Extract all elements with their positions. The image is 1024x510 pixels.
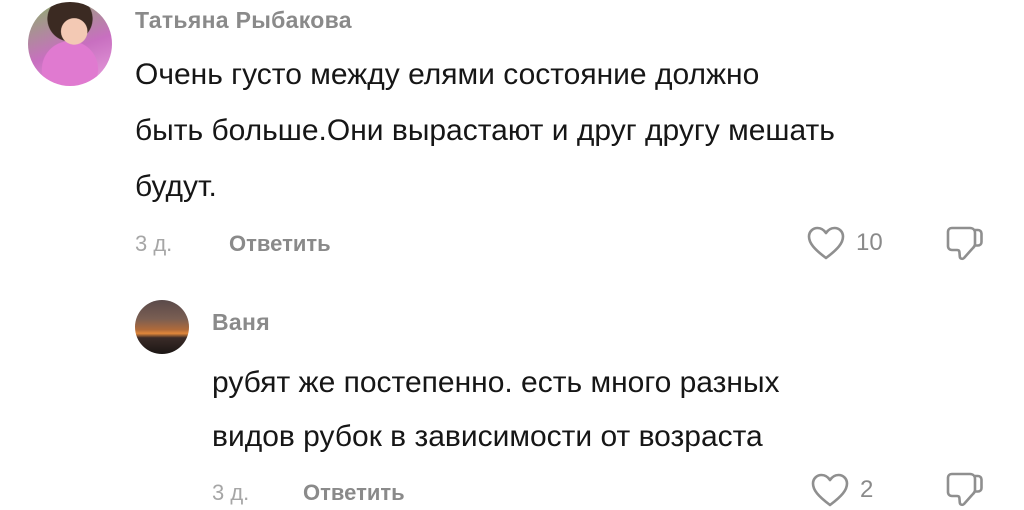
avatar[interactable]	[28, 2, 112, 86]
heart-icon	[806, 225, 846, 261]
comment-text-line: Очень густо между елями состояние должно	[135, 58, 760, 91]
like-count: 2	[860, 476, 874, 503]
dislike-button[interactable]	[944, 468, 986, 510]
comment-text-line: рубят же постепенно. есть много разных	[212, 366, 780, 399]
comment-author[interactable]: Ваня	[212, 309, 270, 336]
comment-author[interactable]: Татьяна Рыбакова	[135, 7, 352, 34]
comment-timestamp: 3 д.	[212, 480, 250, 505]
reply-button[interactable]: Ответить	[303, 480, 405, 506]
reply-button[interactable]: Ответить	[229, 231, 331, 257]
thumbs-down-icon	[944, 222, 986, 264]
thumbs-down-icon	[944, 468, 986, 510]
comment-text-line: видов рубок в зависимости от возраста	[212, 420, 763, 453]
comment-timestamp: 3 д.	[135, 231, 173, 256]
comment-text-line: будут.	[135, 170, 217, 203]
comment-text-line: быть больше.Они вырастают и друг другу м…	[135, 114, 835, 147]
like-button[interactable]: 2	[810, 472, 873, 508]
like-count: 10	[856, 229, 883, 256]
avatar[interactable]	[135, 300, 189, 354]
heart-icon	[810, 472, 850, 508]
like-button[interactable]: 10	[806, 225, 883, 261]
dislike-button[interactable]	[944, 222, 986, 264]
